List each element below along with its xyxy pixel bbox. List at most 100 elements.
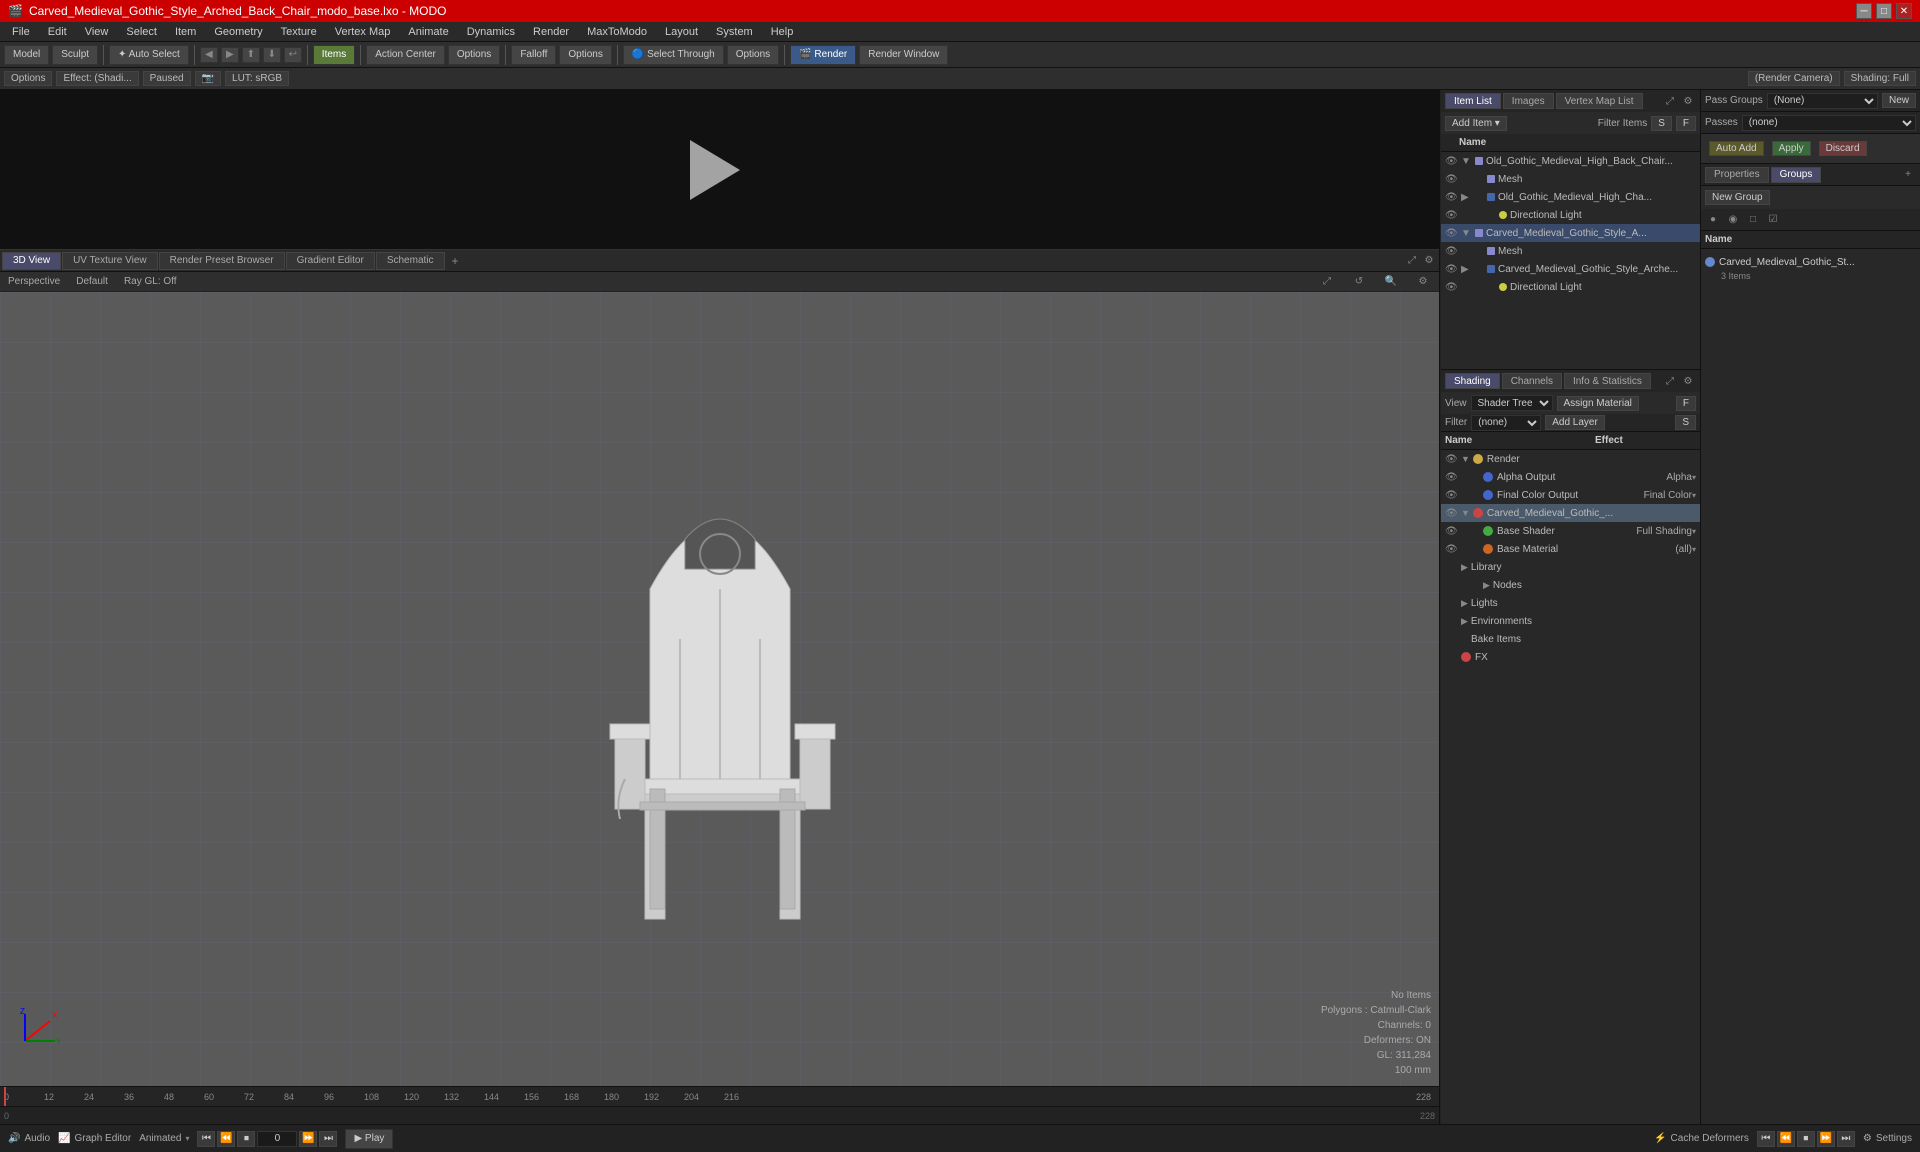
fr-group-item-1[interactable]: Carved_Medieval_Gothic_St... — [1705, 253, 1916, 271]
shade-item-base-shader[interactable]: 👁 Base Shader Full Shading ▾ — [1441, 522, 1700, 540]
menu-texture[interactable]: Texture — [273, 24, 325, 40]
transport-prev-button[interactable]: ⏪ — [217, 1131, 235, 1147]
list-item[interactable]: 👁 ▶ Old_Gothic_Medieval_High_Cha... — [1441, 188, 1700, 206]
falloff-button[interactable]: Falloff — [511, 45, 556, 65]
list-item[interactable]: 👁 Mesh — [1441, 170, 1700, 188]
passes-select[interactable]: (none) — [1742, 115, 1916, 131]
shade-item-fx[interactable]: FX — [1441, 648, 1700, 666]
item-list-expand-icon[interactable]: ⤢ — [1662, 93, 1678, 109]
tab-images[interactable]: Images — [1503, 93, 1554, 109]
menu-vertex-map[interactable]: Vertex Map — [327, 24, 399, 40]
play-button[interactable]: ▶ Play — [345, 1129, 393, 1149]
paused-label[interactable]: Paused — [143, 71, 191, 86]
shade-item-library[interactable]: ▶ Library — [1441, 558, 1700, 576]
eye-icon-7[interactable]: 👁 — [1445, 264, 1459, 275]
eye-icon-1[interactable]: 👁 — [1445, 156, 1459, 167]
title-bar-controls[interactable]: ─ □ ✕ — [1856, 3, 1912, 19]
maximize-button[interactable]: □ — [1876, 3, 1892, 19]
menu-animate[interactable]: Animate — [400, 24, 456, 40]
tab-groups[interactable]: Groups — [1771, 167, 1822, 183]
transport-end-button[interactable]: ⏭ — [319, 1131, 337, 1147]
eye-icon-8[interactable]: 👁 — [1445, 282, 1459, 293]
add-layer-button[interactable]: Add Layer — [1545, 415, 1605, 430]
eye-icon-2[interactable]: 👁 — [1445, 174, 1459, 185]
shading-s-button[interactable]: S — [1675, 415, 1696, 430]
nav-up-button[interactable]: ⬆ — [242, 47, 260, 63]
fr-icon-2[interactable]: ◉ — [1725, 212, 1741, 228]
frame-number-input[interactable] — [257, 1131, 297, 1147]
item-list-content[interactable]: 👁 ▼ Old_Gothic_Medieval_High_Back_Chair.… — [1441, 152, 1700, 369]
menu-help[interactable]: Help — [763, 24, 802, 40]
lut-label[interactable]: LUT: sRGB — [225, 71, 289, 86]
s-filter-button[interactable]: S — [1651, 116, 1672, 131]
options-label[interactable]: Options — [4, 71, 52, 86]
transport-stop-button[interactable]: ⏹ — [237, 1131, 255, 1147]
tab-info-statistics[interactable]: Info & Statistics — [1564, 373, 1651, 389]
shader-tree-select[interactable]: Shader Tree — [1471, 395, 1553, 411]
auto-add-button[interactable]: Auto Add — [1709, 141, 1764, 156]
shade-eye-final[interactable]: 👁 — [1445, 490, 1459, 501]
options3-button[interactable]: Options — [727, 45, 779, 65]
shade-eye-material[interactable]: 👁 — [1445, 544, 1459, 555]
tab-gradient-editor[interactable]: Gradient Editor — [286, 252, 375, 270]
list-item[interactable]: 👁 ▼ Old_Gothic_Medieval_High_Back_Chair.… — [1441, 152, 1700, 170]
pb-btn-5[interactable]: ⏭ — [1837, 1131, 1855, 1147]
tab-shading[interactable]: Shading — [1445, 373, 1500, 389]
viewport-settings-icon[interactable]: ⚙ — [1421, 253, 1437, 269]
filter-select[interactable]: (none) — [1471, 415, 1541, 431]
shade-item-base-material[interactable]: 👁 Base Material (all) ▾ — [1441, 540, 1700, 558]
viewport-zoom-icon[interactable]: 🔍 — [1383, 274, 1399, 290]
close-button[interactable]: ✕ — [1896, 3, 1912, 19]
eye-icon-3[interactable]: 👁 — [1445, 192, 1459, 203]
menu-layout[interactable]: Layout — [657, 24, 706, 40]
settings-button[interactable]: ⚙ Settings — [1863, 1133, 1912, 1144]
tab-schematic[interactable]: Schematic — [376, 252, 445, 270]
shade-item-final-color[interactable]: 👁 Final Color Output Final Color ▾ — [1441, 486, 1700, 504]
shading-expand-icon[interactable]: ⤢ — [1662, 373, 1678, 389]
nav-return-button[interactable]: ↩ — [284, 47, 302, 63]
viewport-nav-icon[interactable]: ↺ — [1351, 274, 1367, 290]
shading-label[interactable]: Shading: Full — [1844, 71, 1916, 86]
list-item[interactable]: 👁 Mesh — [1441, 242, 1700, 260]
shade-item-environments[interactable]: ▶ Environments — [1441, 612, 1700, 630]
tab-item-list[interactable]: Item List — [1445, 93, 1501, 109]
items-button[interactable]: Items — [313, 45, 355, 65]
nav-back-button[interactable]: ◀ — [200, 47, 218, 63]
new-group-button[interactable]: New Group — [1705, 190, 1770, 205]
options1-button[interactable]: Options — [448, 45, 500, 65]
viewport-more-icon[interactable]: ⚙ — [1415, 274, 1431, 290]
tab-vertex-map-list[interactable]: Vertex Map List — [1556, 93, 1643, 109]
menu-select[interactable]: Select — [118, 24, 165, 40]
mode-sculpt-button[interactable]: Sculpt — [52, 45, 98, 65]
menu-system[interactable]: System — [708, 24, 761, 40]
viewport-fit-icon[interactable]: ⤢ — [1319, 274, 1335, 290]
eye-icon-4[interactable]: 👁 — [1445, 210, 1459, 221]
fr-icon-4[interactable]: ☑ — [1765, 212, 1781, 228]
fr-icon-1[interactable]: ● — [1705, 212, 1721, 228]
add-item-button[interactable]: Add Item ▾ — [1445, 116, 1507, 131]
list-item[interactable]: 👁 Directional Light — [1441, 278, 1700, 296]
shade-eye-render[interactable]: 👁 — [1445, 454, 1459, 465]
fr-plus-icon[interactable]: + — [1900, 167, 1916, 183]
render-window-button[interactable]: Render Window — [859, 45, 948, 65]
menu-maxtomode[interactable]: MaxToModo — [579, 24, 655, 40]
auto-select-button[interactable]: ✦ Auto Select — [109, 45, 189, 65]
menu-dynamics[interactable]: Dynamics — [459, 24, 523, 40]
action-center-button[interactable]: Action Center — [366, 45, 445, 65]
shade-eye-carved[interactable]: 👁 — [1445, 508, 1459, 519]
menu-item[interactable]: Item — [167, 24, 204, 40]
list-item[interactable]: 👁 ▶ Carved_Medieval_Gothic_Style_Arche..… — [1441, 260, 1700, 278]
tab-channels[interactable]: Channels — [1502, 373, 1562, 389]
shading-content[interactable]: 👁 ▼ Render 👁 Alpha Output Alpha ▾ 👁 — [1441, 450, 1700, 1124]
menu-geometry[interactable]: Geometry — [206, 24, 270, 40]
eye-icon-5[interactable]: 👁 — [1445, 228, 1459, 239]
shade-item-alpha[interactable]: 👁 Alpha Output Alpha ▾ — [1441, 468, 1700, 486]
select-through-button[interactable]: 🔵 Select Through — [623, 45, 724, 65]
timeline-cursor[interactable] — [4, 1087, 6, 1106]
assign-material-button[interactable]: Assign Material — [1557, 396, 1639, 411]
graph-editor-button[interactable]: 📈 Graph Editor — [58, 1133, 131, 1144]
shade-item-render[interactable]: 👁 ▼ Render — [1441, 450, 1700, 468]
shading-settings-icon[interactable]: ⚙ — [1680, 373, 1696, 389]
f-filter-button[interactable]: F — [1676, 116, 1696, 131]
animated-dropdown[interactable]: Animated ▾ — [139, 1133, 189, 1144]
